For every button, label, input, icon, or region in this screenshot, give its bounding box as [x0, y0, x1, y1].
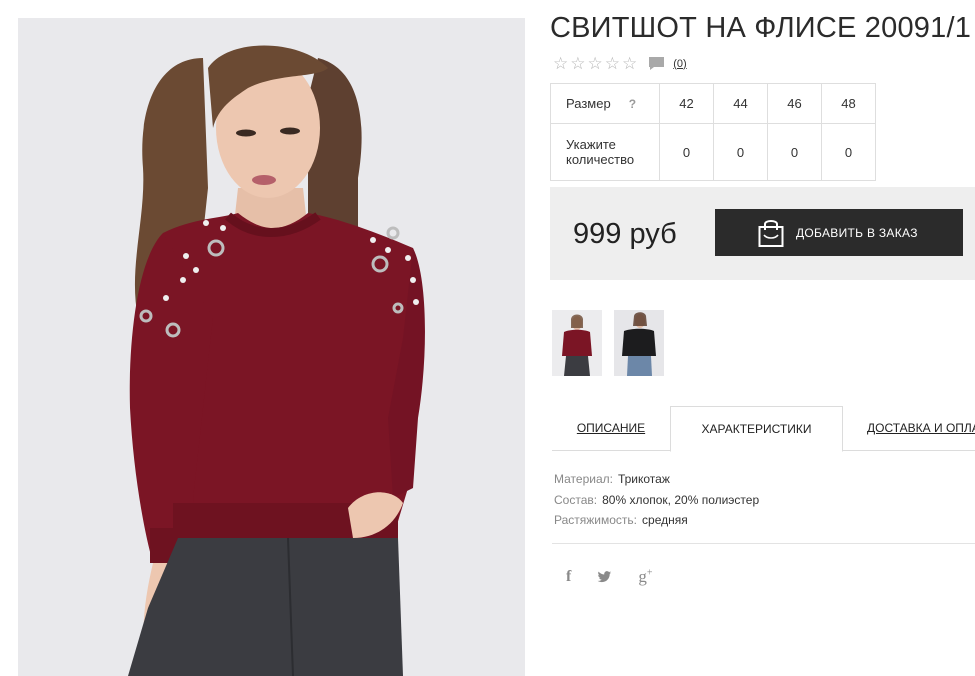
rating-stars[interactable]: ☆ ☆ ☆ ☆ ☆ [553, 55, 637, 72]
quantity-row-label: Укажите количество [550, 123, 660, 181]
star-outline-icon[interactable]: ☆ [622, 55, 637, 72]
spec-value: средняя [642, 513, 688, 527]
facebook-icon[interactable]: f [566, 568, 571, 586]
spec-key: Состав: [554, 492, 598, 507]
quantity-input[interactable]: 0 [659, 123, 714, 181]
tab-delivery-payment[interactable]: ДОСТАВКА И ОПЛАТА [867, 406, 975, 451]
spec-row: Состав: 80% хлопок, 20% полиэстер [554, 490, 759, 511]
thumbnail-image [614, 310, 664, 376]
buy-box: 999 руб ДОБАВИТЬ В ЗАКАЗ [550, 187, 975, 280]
spec-key: Растяжимость: [554, 513, 638, 527]
size-quantity-table: Размер? 42 44 46 48 Укажите количество 0… [550, 83, 876, 181]
tab-description[interactable]: ОПИСАНИЕ [552, 406, 670, 451]
social-share: f g+ [566, 567, 652, 587]
rating-row: ☆ ☆ ☆ ☆ ☆ (0) [553, 55, 687, 72]
google-plus-g: g [638, 567, 647, 586]
characteristics-list: Материал: Трикотаж Состав: 80% хлопок, 20%… [554, 469, 759, 531]
quantity-input[interactable]: 0 [713, 123, 768, 181]
add-to-order-label: ДОБАВИТЬ В ЗАКАЗ [796, 225, 918, 240]
spec-value: Трикотаж [617, 472, 670, 486]
google-plus-plus: + [646, 567, 653, 579]
product-price: 999 руб [573, 218, 677, 250]
speech-bubble-icon [649, 57, 665, 70]
google-plus-icon[interactable]: g+ [638, 567, 652, 587]
twitter-icon[interactable] [597, 571, 612, 583]
spec-key: Материал: [554, 472, 613, 486]
product-main-image[interactable] [18, 18, 525, 676]
quantity-input[interactable]: 0 [821, 123, 876, 181]
size-cell[interactable]: 46 [767, 83, 822, 124]
star-outline-icon[interactable]: ☆ [588, 55, 603, 72]
shopping-bag-icon [758, 220, 784, 247]
thumbnail-image [552, 310, 602, 376]
tab-characteristics[interactable]: ХАРАКТЕРИСТИКИ [670, 406, 843, 452]
add-to-order-button[interactable]: ДОБАВИТЬ В ЗАКАЗ [715, 209, 963, 256]
spec-row: Материал: Трикотаж [554, 469, 759, 490]
thumbnail-burgundy[interactable] [552, 310, 602, 376]
size-label: Размер [566, 96, 611, 111]
spec-value: 80% хлопок, 20% полиэстер [602, 492, 760, 507]
size-cell[interactable]: 48 [821, 83, 876, 124]
size-help-icon[interactable]: ? [629, 97, 636, 111]
product-title: СВИТШОТ НА ФЛИСЕ 20091/1 [550, 12, 972, 44]
thumbnail-black[interactable] [614, 310, 664, 376]
spec-row: Растяжимость: средняя [554, 510, 759, 531]
reviews-count-link[interactable]: (0) [673, 58, 686, 70]
size-row-label: Размер? [550, 83, 660, 124]
model-photo-illustration [18, 18, 525, 676]
star-outline-icon[interactable]: ☆ [570, 55, 585, 72]
size-cell[interactable]: 42 [659, 83, 714, 124]
quantity-input[interactable]: 0 [767, 123, 822, 181]
product-tabs: ОПИСАНИЕ ХАРАКТЕРИСТИКИ ДОСТАВКА И ОПЛАТ… [552, 406, 975, 452]
star-outline-icon[interactable]: ☆ [553, 55, 568, 72]
divider [552, 543, 975, 544]
size-cell[interactable]: 44 [713, 83, 768, 124]
star-outline-icon[interactable]: ☆ [605, 55, 620, 72]
